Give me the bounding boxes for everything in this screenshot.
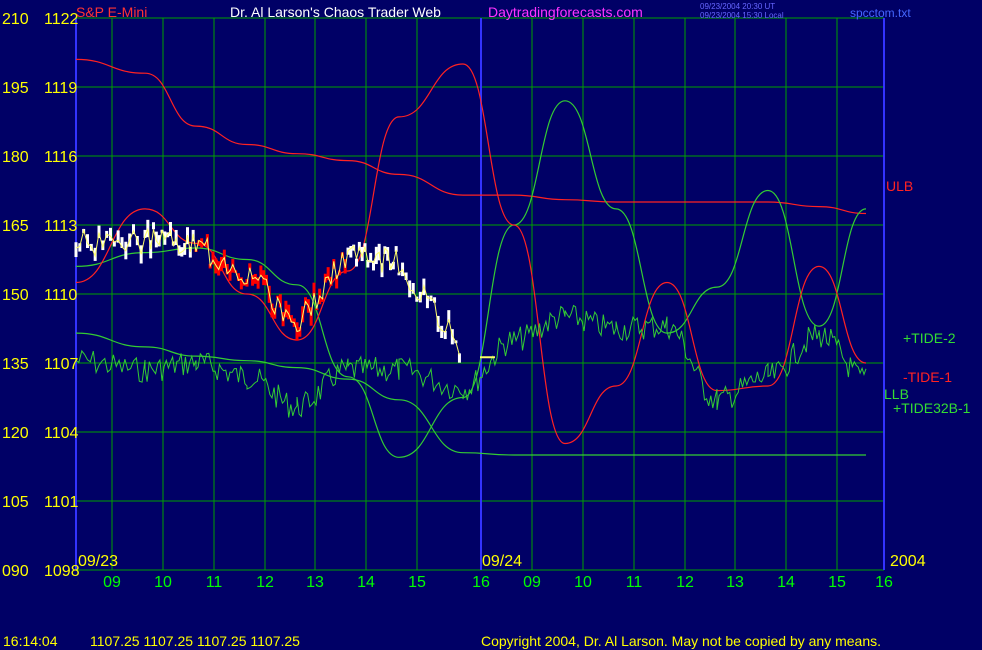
y-tick-label: 135: [2, 356, 29, 373]
footer-copyright: Copyright 2004, Dr. Al Larson. May not b…: [481, 633, 881, 649]
x-tick-label: 09: [523, 574, 541, 591]
series-line-llb: [75, 332, 866, 456]
price-tick-label: 1104: [44, 425, 79, 442]
x-tick-label: 11: [626, 574, 643, 591]
legend-ulb: ULB: [886, 178, 913, 194]
x-tick-label: 13: [726, 574, 744, 591]
x-tick-label: 14: [777, 574, 795, 591]
price-tick-label: 1116: [44, 149, 77, 166]
x-tick-label: 09: [103, 574, 121, 591]
footer-time: 16:14:04: [3, 633, 58, 649]
price-tick-label: 1119: [44, 80, 77, 97]
series-line--tide32b-1: [75, 304, 867, 418]
x-tick-label: 16: [472, 574, 490, 591]
x-tick-label: 15: [408, 574, 426, 591]
series-line-ulb: [75, 58, 867, 215]
x-tick-label: 15: [828, 574, 846, 591]
price-tick-label: 1110: [44, 287, 77, 304]
series-line--tide-1: [75, 63, 867, 445]
x-tick-label: 12: [256, 574, 274, 591]
price-tick-label: 1122: [44, 11, 79, 28]
legend-tide2: +TIDE-2: [903, 330, 956, 346]
moving-average-line: [75, 227, 460, 356]
x-tick-label: 16: [875, 574, 893, 591]
y-tick-label: 090: [2, 563, 29, 580]
y-tick-label: 105: [2, 494, 29, 511]
year-label: 2004: [890, 553, 926, 570]
price-tick-label: 1107: [44, 356, 79, 373]
x-tick-label: 11: [206, 574, 223, 591]
timestamp-local: 09/23/2004 15:30 Local: [700, 11, 784, 20]
date-label-0924: 09/24: [482, 553, 522, 570]
chart-grid: [75, 17, 885, 571]
footer-quote: 1107.25 1107.25 1107.25 1107.25: [90, 633, 300, 649]
timestamp-ut: 09/23/2004 20:30 UT: [700, 2, 775, 11]
x-tick-label: 10: [154, 574, 172, 591]
x-tick-label: 14: [357, 574, 375, 591]
y-tick-label: 195: [2, 80, 29, 97]
y-tick-label: 120: [2, 425, 29, 442]
y-tick-label: 165: [2, 218, 29, 235]
chart-series: [74, 58, 867, 458]
site-url[interactable]: Daytradingforecasts.com: [488, 4, 643, 20]
x-tick-label: 12: [676, 574, 694, 591]
date-label-0923: 09/23: [78, 553, 118, 570]
y-tick-label: 150: [2, 287, 29, 304]
legend-tide1: -TIDE-1: [903, 369, 952, 385]
x-tick-label: 13: [306, 574, 324, 591]
price-tick-label: 1101: [44, 494, 79, 511]
instrument-title: S&P E-Mini: [76, 4, 147, 20]
price-tick-label: 1098: [44, 563, 80, 580]
x-tick-label: 10: [574, 574, 592, 591]
series-line--tide-2: [75, 100, 867, 458]
chart-axes: 2101951801651501351201050901122111911161…: [2, 11, 893, 591]
data-filename: spcctom.txt: [850, 6, 911, 20]
y-tick-label: 180: [2, 149, 29, 166]
price-tick-label: 1113: [44, 218, 77, 235]
legend-tide32: +TIDE32B-1: [893, 400, 971, 416]
site-title: Dr. Al Larson's Chaos Trader Web: [230, 4, 441, 20]
y-tick-label: 210: [2, 11, 29, 28]
chart-canvas: 2101951801651501351201050901122111911161…: [2, 2, 971, 649]
